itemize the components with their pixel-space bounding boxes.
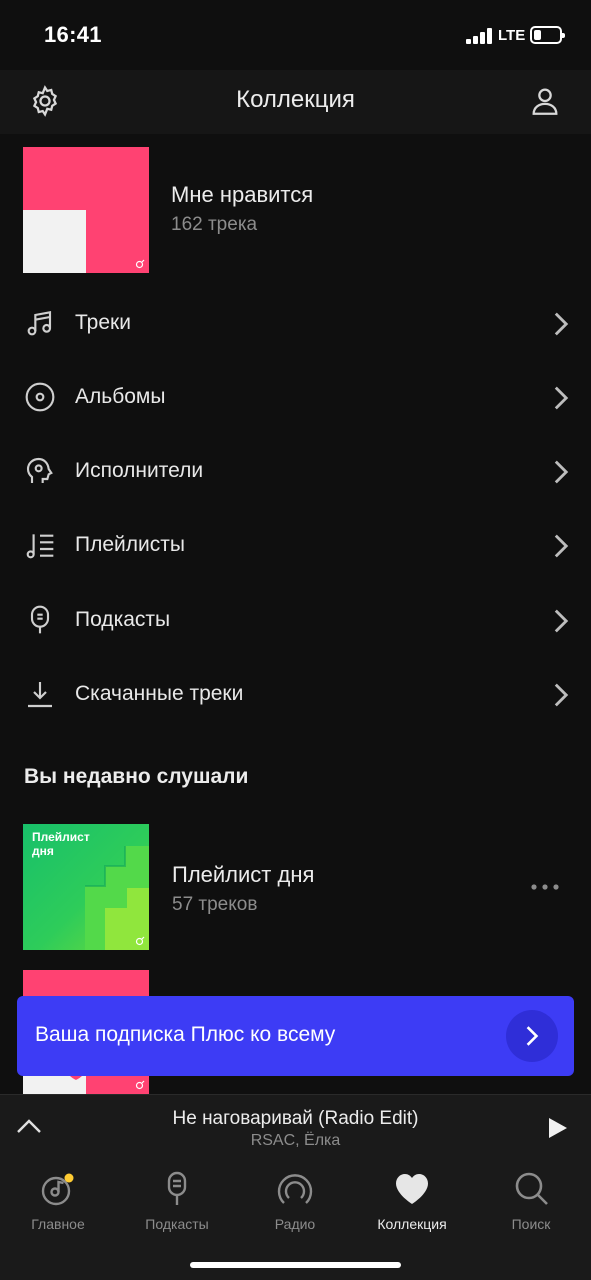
network-label: LTE xyxy=(498,27,526,44)
chevron-right-icon xyxy=(554,609,569,633)
heart-icon xyxy=(40,165,68,193)
chevron-right-icon xyxy=(554,312,569,336)
menu-item-artists[interactable]: Исполнители xyxy=(0,437,591,511)
tab-radio[interactable]: Радио xyxy=(245,1170,345,1240)
tab-home[interactable]: Главное xyxy=(8,1170,108,1240)
liked-count: 162 трека xyxy=(171,214,258,235)
tab-label: Главное xyxy=(31,1216,85,1232)
home-music-icon xyxy=(41,1173,74,1206)
menu-item-playlists[interactable]: Плейлисты xyxy=(0,511,591,585)
download-icon xyxy=(28,682,52,708)
menu-item-label: Плейлисты xyxy=(75,533,185,556)
cover-caption: Плейлист дня xyxy=(32,830,90,858)
more-options-icon[interactable] xyxy=(530,882,560,892)
tab-search[interactable]: Поиск xyxy=(481,1170,581,1240)
recent-item-count: 57 треков xyxy=(172,894,258,915)
tab-label: Подкасты xyxy=(145,1216,209,1232)
tab-label: Радио xyxy=(274,1216,316,1232)
tab-podcasts[interactable]: Подкасты xyxy=(127,1170,227,1240)
artist-icon xyxy=(26,457,53,483)
heart-icon xyxy=(396,1174,428,1204)
menu-item-label: Альбомы xyxy=(75,385,166,408)
radio-icon xyxy=(277,1174,313,1204)
signal-icon xyxy=(466,28,494,44)
menu-item-label: Треки xyxy=(75,311,131,334)
menu-item-label: Исполнители xyxy=(75,459,204,482)
tab-label: Коллекция xyxy=(377,1216,447,1232)
mini-player[interactable]: Не наговаривай (Radio Edit) RSAC, Ёлка xyxy=(0,1094,591,1160)
chevron-right-icon xyxy=(554,683,569,707)
chevron-right-icon xyxy=(554,460,569,484)
now-playing-artist: RSAC, Ёлка xyxy=(250,1132,341,1149)
menu-item-tracks[interactable]: Треки xyxy=(0,289,591,363)
profile-icon[interactable] xyxy=(528,84,562,118)
promo-go-button[interactable] xyxy=(506,1010,558,1062)
tab-collection[interactable]: Коллекция xyxy=(362,1170,462,1240)
menu-item-downloads[interactable]: Скачанные треки xyxy=(0,660,591,734)
yandex-music-logo-icon xyxy=(135,259,145,269)
promo-text: Ваша подписка Плюс ко всему xyxy=(35,1023,336,1046)
tab-label: Поиск xyxy=(511,1216,551,1232)
page-title: Коллекция xyxy=(236,86,355,113)
status-bar: 16:41 LTE xyxy=(0,0,591,70)
menu-item-podcasts[interactable]: Подкасты xyxy=(0,586,591,660)
home-indicator xyxy=(190,1262,401,1268)
chevron-right-icon xyxy=(554,386,569,410)
menu-item-albums[interactable]: Альбомы xyxy=(0,363,591,437)
yandex-music-logo-icon xyxy=(135,1080,145,1090)
playlist-of-day-cover: Плейлист дня xyxy=(23,824,149,950)
liked-title: Мне нравится xyxy=(171,182,314,207)
recent-item-title: Плейлист дня xyxy=(172,862,315,887)
recent-item[interactable]: Плейлист дня Плейлист дня 57 треков xyxy=(0,824,591,954)
yandex-music-logo-icon xyxy=(135,936,145,946)
battery-icon xyxy=(530,26,565,44)
microphone-icon xyxy=(30,605,50,634)
microphone-icon xyxy=(167,1171,187,1205)
chevron-right-icon xyxy=(526,1026,539,1046)
music-note-icon xyxy=(27,311,52,336)
playlist-icon xyxy=(26,534,54,559)
menu-item-label: Подкасты xyxy=(75,608,171,631)
status-time: 16:41 xyxy=(44,22,102,47)
plus-subscription-banner[interactable]: Ваша подписка Плюс ко всему xyxy=(17,996,574,1076)
menu-item-label: Скачанные треки xyxy=(75,682,244,705)
play-icon[interactable] xyxy=(546,1117,568,1139)
chevron-right-icon xyxy=(554,534,569,558)
now-playing-title: Не наговаривай (Radio Edit) xyxy=(172,1108,419,1129)
liked-cover xyxy=(23,147,149,273)
section-title-recent: Вы недавно слушали xyxy=(24,765,249,788)
disc-icon xyxy=(25,382,55,412)
search-icon xyxy=(515,1172,548,1205)
liked-tracks-card[interactable]: Мне нравится 162 трека xyxy=(0,134,591,284)
app-header: Коллекция xyxy=(0,70,591,134)
